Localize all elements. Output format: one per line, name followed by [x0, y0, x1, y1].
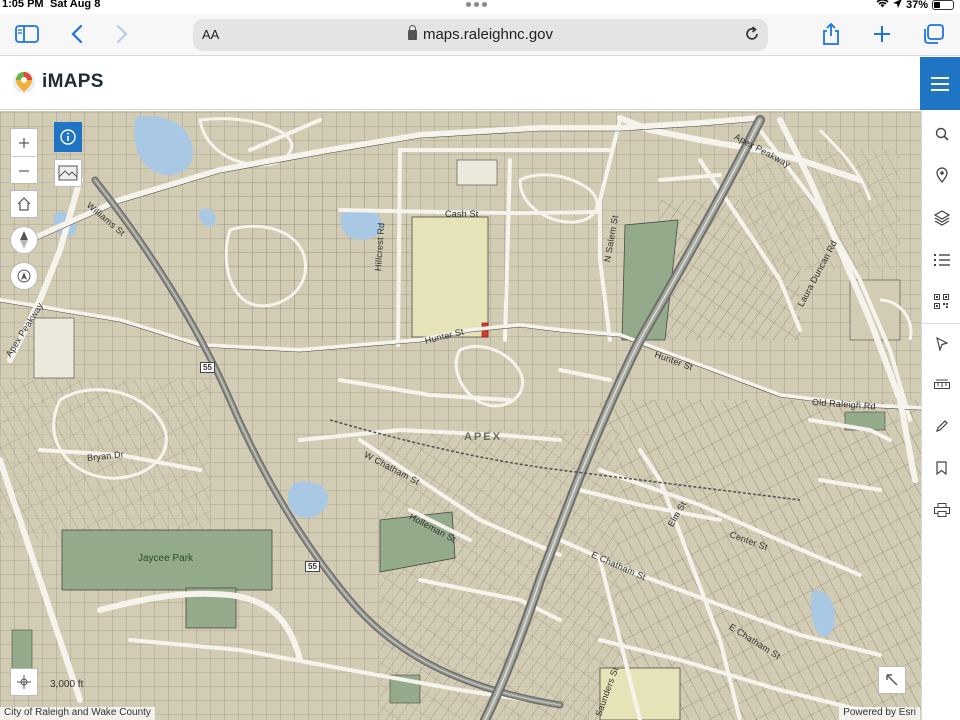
reload-icon — [746, 26, 758, 40]
layers-icon — [933, 210, 950, 226]
rail-divider — [922, 323, 960, 324]
share-button[interactable] — [816, 20, 846, 48]
zoom-out-button[interactable] — [11, 157, 37, 185]
select-tool-button[interactable] — [922, 329, 960, 359]
navigation-icon — [17, 269, 31, 283]
measure-tool-button[interactable] — [922, 370, 960, 400]
sidebar-icon — [15, 25, 39, 43]
crosshair-button[interactable] — [10, 668, 38, 696]
print-tool-button[interactable] — [922, 495, 960, 525]
chevron-left-icon — [71, 25, 83, 43]
plus-icon — [874, 26, 890, 42]
map-pin-icon — [935, 167, 948, 183]
location-tool-button[interactable] — [922, 160, 960, 190]
tool-rail — [921, 111, 960, 720]
ruler-icon — [933, 379, 950, 389]
zoom-control — [10, 128, 38, 184]
label-cash-st: Cash St — [445, 209, 479, 219]
attribution-right[interactable]: Powered by Esri — [839, 707, 920, 720]
back-button[interactable] — [62, 20, 92, 48]
home-button[interactable] — [10, 190, 38, 218]
status-date: Sat Aug 8 — [50, 0, 101, 10]
basemap-toggle-button[interactable] — [54, 159, 82, 187]
minus-icon — [19, 170, 29, 172]
bookmark-tool-button[interactable] — [922, 453, 960, 483]
tabs-icon — [924, 24, 944, 44]
sidebar-toggle-button[interactable] — [12, 20, 42, 48]
address-bar[interactable]: AA maps.raleighnc.gov — [193, 19, 768, 51]
compass-icon — [20, 231, 28, 249]
forward-button[interactable] — [107, 20, 137, 48]
info-icon — [60, 129, 76, 145]
draw-tool-button[interactable] — [922, 411, 960, 441]
hamburger-menu-icon — [931, 76, 949, 91]
app-root: 1:05 PM Sat Aug 8 37% AA maps.raleighnc.… — [0, 0, 960, 720]
locate-me-button[interactable] — [10, 262, 38, 290]
list-icon — [933, 254, 950, 266]
expand-button[interactable] — [878, 666, 906, 694]
cursor-arrow-icon — [935, 337, 948, 351]
new-tab-button[interactable] — [867, 20, 897, 48]
zoom-in-button[interactable] — [11, 129, 37, 157]
attribution-left[interactable]: City of Raleigh and Wake County — [0, 707, 155, 720]
scale-bar: 3,000 ft — [50, 679, 84, 690]
status-bar: 1:05 PM Sat Aug 8 37% — [0, 0, 960, 14]
plus-icon — [19, 137, 29, 148]
bookmark-icon — [936, 461, 947, 475]
battery-percent: 37% — [905, 0, 928, 11]
map-view[interactable]: Cash St Hunter St Hunter St N Salem St S… — [0, 111, 921, 720]
tabs-overview-button[interactable] — [918, 20, 948, 48]
app-title: iMAPS — [42, 71, 104, 92]
layers-tool-button[interactable] — [922, 203, 960, 233]
qr-code-icon — [934, 293, 949, 309]
home-icon — [17, 197, 31, 211]
identify-button[interactable] — [54, 122, 82, 152]
collapse-rail-button[interactable] — [922, 710, 960, 720]
crosshair-icon — [17, 675, 31, 689]
app-brand[interactable]: iMAPS — [11, 69, 104, 95]
label-jaycee-park: Jaycee Park — [138, 553, 194, 564]
status-time: 1:05 PM — [2, 0, 44, 10]
legend-tool-button[interactable] — [922, 245, 960, 275]
map-canvas — [0, 111, 921, 720]
url-text: maps.raleighnc.gov — [422, 26, 554, 43]
reload-button[interactable] — [744, 26, 760, 47]
main-menu-button[interactable] — [920, 57, 960, 110]
route-55-shield-north: 55 — [200, 362, 215, 373]
app-header: iMAPS — [0, 57, 960, 110]
basemap-icon — [58, 165, 78, 181]
multitask-grabber[interactable] — [466, 2, 487, 7]
wifi-icon — [876, 0, 889, 11]
share-icon — [823, 23, 839, 45]
imaps-logo-icon — [13, 71, 35, 93]
route-55-shield-south: 55 — [305, 561, 320, 572]
location-arrow-icon — [892, 0, 902, 11]
pencil-icon — [935, 420, 948, 432]
printer-icon — [933, 503, 950, 517]
chevron-right-icon — [116, 25, 128, 43]
browser-toolbar: AA maps.raleighnc.gov — [0, 14, 960, 56]
search-icon — [935, 127, 949, 141]
search-tool-button[interactable] — [922, 119, 960, 149]
status-right: 37% — [876, 0, 954, 11]
expand-arrow-icon — [886, 674, 898, 686]
battery-icon — [932, 0, 954, 10]
label-apex-town: APEX — [464, 431, 502, 443]
qr-tool-button[interactable] — [922, 286, 960, 316]
compass-button[interactable] — [10, 226, 38, 254]
lock-icon — [407, 25, 417, 40]
